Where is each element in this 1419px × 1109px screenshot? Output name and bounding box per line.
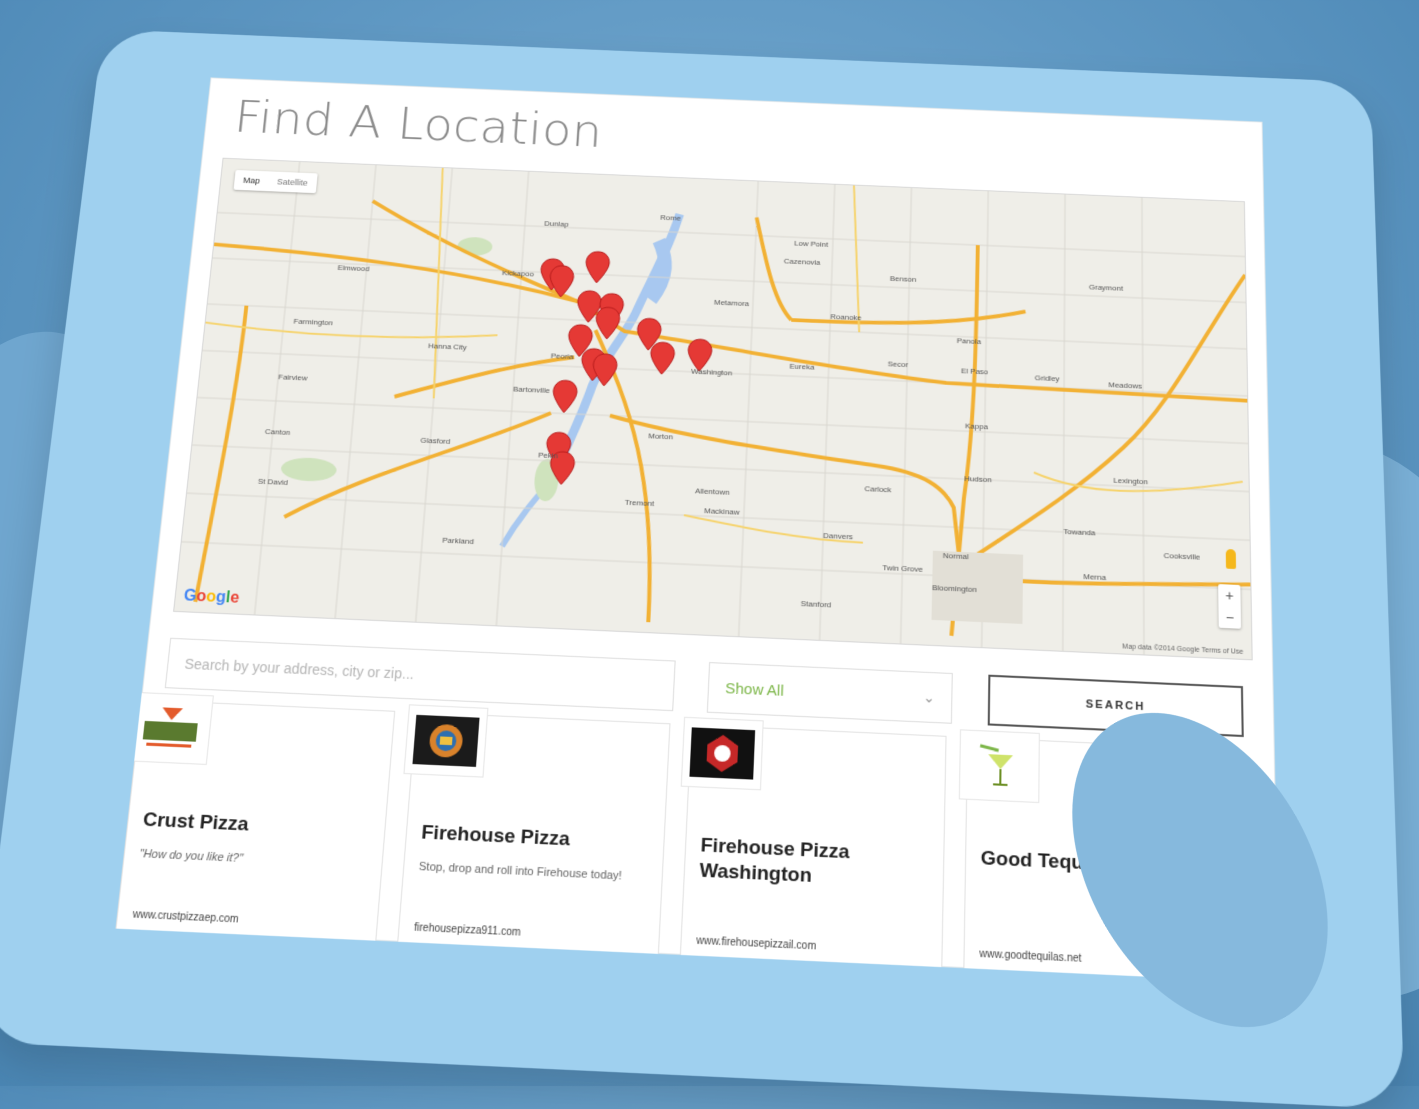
map-label: Cooksville (1163, 551, 1201, 562)
location-phone[interactable]: (309) 699-2787 (130, 930, 203, 945)
map-label: Parkland (441, 535, 475, 546)
map-label: Farmington (293, 317, 334, 328)
google-logo: Google (182, 587, 241, 607)
map-label: Benson (889, 274, 917, 284)
map-label: Roanoke (830, 312, 862, 323)
filter-selected-value: Show All (724, 679, 785, 700)
zoom-out-icon[interactable]: − (1218, 606, 1241, 629)
map-label: Allentown (694, 486, 730, 497)
street-view-pegman-icon[interactable] (1225, 548, 1237, 570)
map-label: Hanna City (427, 341, 468, 352)
map-label: Washington (690, 367, 733, 378)
map-label: Bartonville (512, 384, 551, 395)
map-label: Pekin (537, 450, 559, 461)
location-tagline: "How do you like it?" (138, 847, 244, 866)
map-label: Carlock (864, 484, 892, 495)
category-filter-select[interactable]: Show All ⌄ (706, 662, 953, 724)
location-card[interactable]: Firehouse Pizza Stop, drop and roll into… (395, 704, 671, 976)
location-phone[interactable]: (309) 693-9111 (412, 944, 483, 959)
map-type-toggle[interactable]: Map Satellite (233, 169, 318, 194)
crust-pizza-logo (126, 691, 214, 765)
location-card[interactable]: Crust Pizza "How do you like it?" www.cr… (115, 691, 396, 963)
location-map[interactable]: Map Satellite Dunlap Rome Low Point Caze… (173, 157, 1253, 661)
map-label: Low Point (794, 239, 829, 249)
map-label: Merna (1083, 572, 1107, 583)
map-label: Tremont (624, 497, 655, 508)
search-input[interactable] (164, 637, 676, 712)
location-name[interactable]: Firehouse Pizza (420, 821, 649, 857)
map-label: Metamora (713, 298, 750, 308)
map-label: Mackinaw (703, 506, 740, 517)
map-label: Dunlap (543, 219, 569, 229)
map-label: Secor (887, 359, 909, 369)
map-type-map[interactable]: Map (234, 170, 270, 191)
map-label: Elmwood (337, 263, 370, 274)
map-label: Panola (956, 336, 982, 346)
zoom-in-icon[interactable]: + (1218, 584, 1241, 607)
map-label: Gridley (1034, 373, 1060, 384)
map-label: Glasford (420, 435, 451, 446)
map-label: Fairview (277, 372, 308, 383)
map-canvas[interactable] (174, 159, 1251, 660)
location-website-link[interactable]: www.goodtequilas.net (979, 948, 1081, 965)
map-label: Lexington (1113, 475, 1148, 487)
good-tequillas-logo (958, 729, 1040, 804)
map-label: El Paso (961, 366, 989, 377)
map-label: Eureka (789, 361, 815, 372)
location-name[interactable]: Crust Pizza (142, 808, 371, 844)
chevron-down-icon: ⌄ (922, 688, 936, 706)
map-label: Morton (648, 431, 674, 442)
map-label: Rome (660, 213, 682, 223)
location-website-link[interactable]: firehousepizza911.com (414, 922, 521, 939)
map-label: Danvers (822, 531, 854, 542)
location-name[interactable]: Firehouse Pizza Washington (699, 834, 929, 895)
zoom-control[interactable]: + − (1218, 584, 1242, 629)
map-label: Canton (264, 427, 291, 437)
location-phone[interactable]: (309) 444-2911 (695, 957, 767, 972)
map-label: Normal (942, 551, 969, 562)
map-label: Meadows (1108, 380, 1143, 391)
map-label: Kickapoo (501, 268, 535, 279)
map-label: Stanford (800, 599, 832, 610)
map-label: Twin Grove (882, 563, 924, 574)
firehouse-pizza-logo (403, 704, 489, 778)
map-label: Hudson (964, 474, 992, 485)
map-label: Kappa (965, 421, 989, 432)
map-label: Towanda (1063, 527, 1096, 538)
location-website-link[interactable]: www.crustpizzaep.com (132, 909, 239, 926)
map-label: Cazenovia (783, 256, 821, 267)
firehouse-pizza-washington-logo (680, 716, 764, 791)
page-title: Find A Location (231, 90, 605, 158)
location-card[interactable]: Firehouse Pizza Washington www.firehouse… (678, 716, 947, 983)
location-phone[interactable]: (309) 691-7822 (979, 970, 1051, 983)
location-website-link[interactable]: www.firehousepizzail.com (696, 935, 816, 952)
map-label: Graymont (1088, 282, 1124, 293)
map-type-satellite[interactable]: Satellite (267, 171, 317, 193)
location-tagline: Stop, drop and roll into Firehouse today… (418, 860, 623, 883)
map-label: Peoria (550, 351, 574, 361)
map-label: St David (257, 476, 289, 487)
